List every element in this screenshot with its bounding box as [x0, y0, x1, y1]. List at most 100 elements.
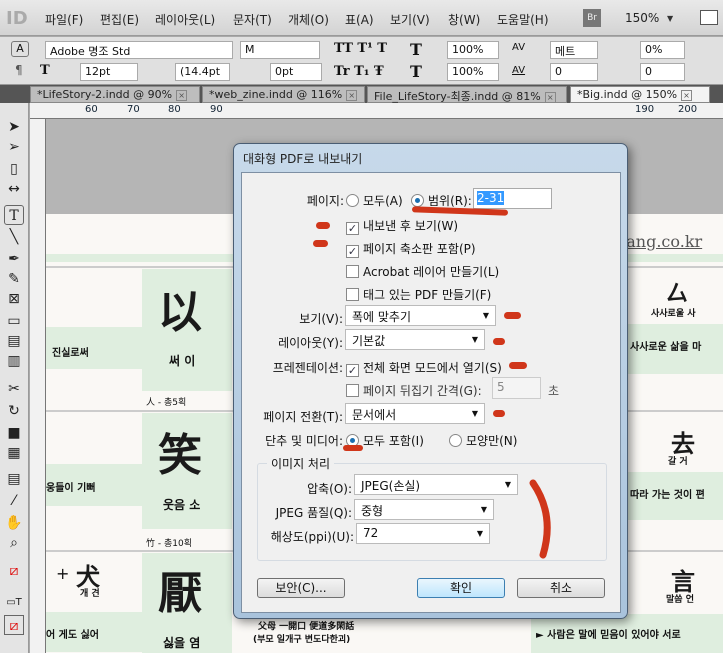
- hanja-label: 말씀 언: [666, 595, 694, 605]
- tab-label: *Big.indd @ 150%: [577, 88, 678, 101]
- cell-text: 진실로써: [52, 348, 89, 359]
- hanja-reading: 싫을 염: [163, 636, 201, 650]
- gap-tool-icon[interactable]: ↔: [4, 179, 24, 199]
- menu-view[interactable]: 보기(V): [390, 11, 430, 28]
- leading-field[interactable]: (14.4pt: [175, 63, 230, 81]
- page-transitions-select[interactable]: 문서에서 ▼: [345, 403, 485, 424]
- compression-select[interactable]: JPEG(손실) ▼: [354, 474, 518, 495]
- tab-lifestory-2[interactable]: *LifeStory-2.indd @ 90% ×: [30, 86, 200, 103]
- selection-tool-icon[interactable]: ➤: [4, 117, 24, 137]
- cell-text: ► 사람은 말에 믿음이 있어야 서로: [536, 630, 681, 641]
- fill-stroke-icon[interactable]: ⧄: [4, 561, 24, 581]
- paragraph-mode-icon[interactable]: ¶: [15, 63, 23, 77]
- red-bracket-annotation: [529, 479, 551, 559]
- tracking-field[interactable]: 0: [550, 63, 598, 81]
- line-tool-icon[interactable]: ╲: [4, 227, 24, 247]
- screen-mode-icon[interactable]: [700, 10, 718, 25]
- ruler-label: 190: [635, 104, 655, 115]
- tab-big[interactable]: *Big.indd @ 150% ×: [570, 86, 710, 103]
- type-tool-icon[interactable]: T: [4, 205, 24, 225]
- pen-tool-icon[interactable]: ✒: [4, 249, 24, 269]
- cancel-button[interactable]: 취소: [517, 578, 605, 598]
- horizontal-scale-icon: T: [410, 62, 422, 81]
- resolution-select[interactable]: 72 ▼: [356, 523, 490, 544]
- font-style-select[interactable]: M: [240, 41, 320, 59]
- acrobat-layers-checkbox[interactable]: Acrobat 레이어 만들기(L): [346, 263, 499, 280]
- kerning-icon: AV: [512, 42, 526, 53]
- hand-tool-icon[interactable]: ✋: [4, 513, 24, 533]
- menu-object[interactable]: 개체(O): [288, 11, 329, 28]
- hanja-label: 개 견: [80, 589, 100, 599]
- vertical-scale-icon: T: [410, 40, 422, 59]
- menu-table[interactable]: 표(A): [345, 11, 374, 28]
- vertical-scale-field[interactable]: 100%: [447, 41, 499, 59]
- close-icon[interactable]: ×: [176, 90, 188, 101]
- ruler-label: 70: [127, 104, 140, 115]
- vertical-grid-tool-icon[interactable]: ▥: [4, 351, 24, 371]
- eyedropper-tool-icon[interactable]: ⁄: [4, 491, 24, 511]
- close-icon[interactable]: ×: [544, 92, 556, 103]
- tab-file-lifestory[interactable]: File_LifeStory-최종.indd @ 81% ×: [367, 86, 567, 103]
- rotate-tool-icon[interactable]: ↻: [4, 401, 24, 421]
- scissors-tool-icon[interactable]: ✂: [4, 379, 24, 399]
- flip-pages-checkbox[interactable]: 페이지 뒤집기 간격(G):: [346, 382, 482, 399]
- small-caps-icon[interactable]: Tr T₁ Ŧ: [334, 64, 384, 79]
- note-tool-icon[interactable]: ▤: [4, 469, 24, 489]
- kerning-field[interactable]: 메트: [550, 41, 598, 59]
- pencil-tool-icon[interactable]: ✎: [4, 269, 24, 289]
- bridge-button[interactable]: Br: [583, 9, 601, 27]
- rectangle-tool-icon[interactable]: ▭: [4, 311, 24, 331]
- site-url: bang.co.kr: [616, 232, 703, 251]
- ruler-label: 90: [210, 104, 223, 115]
- character-mode-icon[interactable]: A: [11, 41, 29, 57]
- page-tool-icon[interactable]: ▯: [4, 159, 24, 179]
- menu-help[interactable]: 도움말(H): [497, 11, 549, 28]
- zoom-level[interactable]: 150%: [625, 11, 659, 25]
- security-button[interactable]: 보안(C)...: [257, 578, 345, 598]
- ok-button[interactable]: 확인: [417, 578, 505, 598]
- close-icon[interactable]: ×: [681, 90, 693, 101]
- tsume-field[interactable]: 0%: [640, 41, 685, 59]
- view-select[interactable]: 폭에 맞추기 ▼: [345, 305, 496, 326]
- zoom-tool-icon[interactable]: ⌕: [4, 533, 24, 553]
- all-caps-icon[interactable]: TT T¹ T: [334, 41, 387, 56]
- full-screen-checkbox[interactable]: ✓ 전체 화면 모드에서 열기(S): [346, 359, 502, 377]
- buttons-media-label: 단추 및 미디어:: [265, 434, 343, 448]
- view-after-export-checkbox[interactable]: ✓ 내보낸 후 보기(W): [346, 217, 458, 235]
- font-size-field[interactable]: 12pt: [80, 63, 138, 81]
- vertical-ruler[interactable]: [30, 119, 46, 653]
- apply-none-icon[interactable]: ⧄: [4, 615, 24, 635]
- jpeg-quality-select[interactable]: 중형 ▼: [354, 499, 494, 520]
- close-icon[interactable]: ×: [346, 90, 358, 101]
- menu-type[interactable]: 문자(T): [233, 11, 272, 28]
- font-family-select[interactable]: Adobe 명조 Std: [45, 41, 233, 59]
- rectangle-frame-tool-icon[interactable]: ⊠: [4, 289, 24, 309]
- red-annotation-mark: [493, 410, 505, 417]
- baseline-shift-field[interactable]: 0pt: [270, 63, 322, 81]
- horizontal-grid-tool-icon[interactable]: ▤: [4, 331, 24, 351]
- appearance-only-radio[interactable]: 모양만(N): [449, 432, 517, 449]
- tagged-pdf-checkbox[interactable]: 태그 있는 PDF 만들기(F): [346, 286, 491, 303]
- horizontal-ruler[interactable]: 60 70 80 90 190 200: [30, 103, 723, 119]
- formatting-container-icon[interactable]: ▭T: [4, 593, 24, 613]
- menu-file[interactable]: 파일(F): [45, 11, 83, 28]
- control-panel: A ¶ Adobe 명조 Std M T 12pt (14.4pt 0pt TT…: [0, 37, 723, 85]
- layout-select[interactable]: 기본값 ▼: [345, 329, 485, 350]
- cell-text: 웅들이 기뻐: [46, 483, 96, 494]
- gradient-feather-tool-icon[interactable]: ▦: [4, 443, 24, 463]
- flip-interval-input[interactable]: 5: [492, 377, 541, 399]
- page-range-input[interactable]: 2-31: [473, 188, 552, 209]
- grid-field[interactable]: 0: [640, 63, 685, 81]
- gradient-tool-icon[interactable]: ■: [4, 423, 24, 443]
- menu-window[interactable]: 창(W): [448, 11, 480, 28]
- zoom-dropdown-icon[interactable]: ▼: [667, 14, 673, 23]
- tools-panel: ➤ ➢ ▯ ↔ T ╲ ✒ ✎ ⊠ ▭ ▤ ▥ ✂ ↻ ■ ▦ ▤ ⁄ ✋ ⌕ …: [0, 103, 29, 653]
- tab-web-zine[interactable]: *web_zine.indd @ 116% ×: [202, 86, 365, 103]
- direct-selection-tool-icon[interactable]: ➢: [4, 137, 24, 157]
- horizontal-scale-field[interactable]: 100%: [447, 63, 499, 81]
- menu-edit[interactable]: 편집(E): [100, 11, 139, 28]
- pages-all-radio[interactable]: 모두(A): [346, 192, 403, 209]
- view-label: 보기(V):: [299, 312, 343, 326]
- menu-layout[interactable]: 레이아웃(L): [155, 11, 215, 28]
- include-thumbnails-checkbox[interactable]: ✓ 페이지 축소판 포함(P): [346, 240, 476, 258]
